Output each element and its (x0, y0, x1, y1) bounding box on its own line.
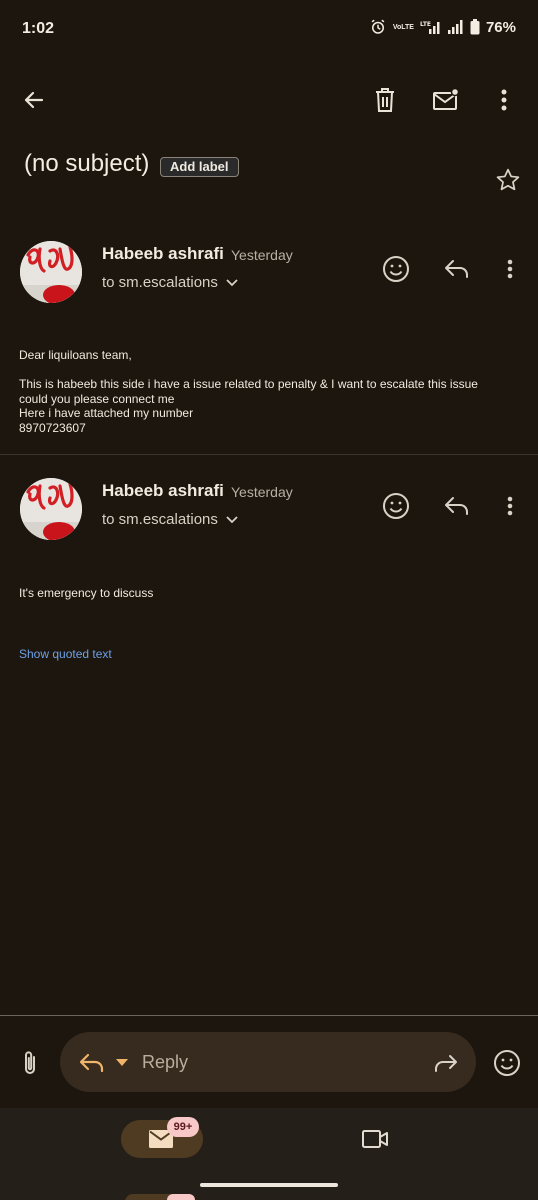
message-body: Dear liquiloans team, This is habeeb thi… (19, 348, 478, 435)
back-arrow-icon (22, 88, 46, 112)
mark-unread-icon (432, 88, 460, 112)
status-time: 1:02 (22, 20, 55, 37)
reply-button[interactable] (437, 249, 477, 289)
sender-name: Habeeb ashrafi (102, 244, 224, 263)
show-quoted-text-link[interactable]: Show quoted text (19, 647, 112, 661)
more-vert-icon (507, 259, 513, 279)
signal-icon-2 (447, 20, 464, 34)
signal-icon-1: LTE (420, 20, 442, 34)
reply-icon (444, 259, 470, 279)
email-subject: (no subject) (24, 150, 150, 177)
sender-avatar[interactable] (20, 478, 82, 540)
body-line: could you please connect me (19, 391, 175, 406)
mark-unread-button[interactable] (426, 80, 466, 120)
nav-overlap-badge (167, 1194, 195, 1200)
more-vert-icon (501, 89, 507, 111)
forward-button[interactable] (426, 1043, 466, 1083)
alarm-icon (369, 18, 387, 36)
message-date: Yesterday (231, 247, 293, 263)
attach-button[interactable] (10, 1043, 50, 1083)
reaction-button[interactable] (376, 249, 416, 289)
more-vert-icon (507, 496, 513, 516)
emoji-icon (493, 1049, 521, 1077)
body-line: 8970723607 (19, 420, 86, 435)
emoji-button[interactable] (487, 1043, 527, 1083)
message-date: Yesterday (231, 484, 293, 500)
attachment-icon (22, 1049, 38, 1077)
recipients-toggle[interactable]: to sm.escalations (102, 274, 238, 291)
message-more-button[interactable] (490, 249, 530, 289)
body-line: It's emergency to discuss (19, 586, 154, 600)
delete-icon (373, 87, 397, 113)
chevron-down-icon (226, 515, 238, 524)
battery-icon (470, 19, 480, 35)
reaction-button[interactable] (376, 486, 416, 526)
star-icon (495, 167, 521, 193)
recipient-text: to sm.escalations (102, 274, 218, 291)
message-body: It's emergency to discuss (19, 586, 153, 601)
sender-name: Habeeb ashrafi (102, 481, 224, 500)
body-line: This is habeeb this side i have a issue … (19, 377, 478, 391)
reply-icon (444, 496, 470, 516)
body-line (19, 363, 478, 378)
chevron-down-icon (226, 278, 238, 287)
back-button[interactable] (14, 80, 54, 120)
reply-icon (79, 1053, 105, 1073)
video-camera-icon (361, 1128, 389, 1150)
emoji-icon (382, 255, 410, 283)
status-icons: VoLTE LTE 76% (369, 18, 516, 36)
more-options-button[interactable] (484, 80, 524, 120)
delete-button[interactable] (365, 80, 405, 120)
reply-type-button[interactable] (72, 1043, 112, 1083)
body-line: Dear liquiloans team, (19, 348, 132, 362)
gesture-home-bar[interactable] (200, 1183, 338, 1187)
add-label-chip[interactable]: Add label (160, 157, 239, 177)
lte-label: LTE (420, 21, 431, 28)
recipient-text: to sm.escalations (102, 511, 218, 528)
battery-percent: 76% (485, 18, 516, 36)
emoji-icon (382, 492, 410, 520)
recipients-toggle[interactable]: to sm.escalations (102, 511, 238, 528)
star-button[interactable] (488, 160, 528, 200)
reply-input[interactable]: Reply (142, 1052, 188, 1073)
sender-avatar[interactable] (20, 241, 82, 303)
forward-icon (434, 1054, 458, 1072)
unread-badge: 99+ (167, 1117, 199, 1137)
message-divider (0, 454, 538, 455)
nav-meet-tab[interactable] (361, 1128, 389, 1150)
reply-type-dropdown[interactable] (116, 1059, 128, 1066)
reply-bar-divider (0, 1015, 538, 1016)
volte-indicator: VoLTE (392, 23, 414, 31)
reply-button[interactable] (437, 486, 477, 526)
message-more-button[interactable] (490, 486, 530, 526)
caret-down-icon (116, 1059, 128, 1066)
body-line: Here i have attached my number (19, 406, 194, 420)
